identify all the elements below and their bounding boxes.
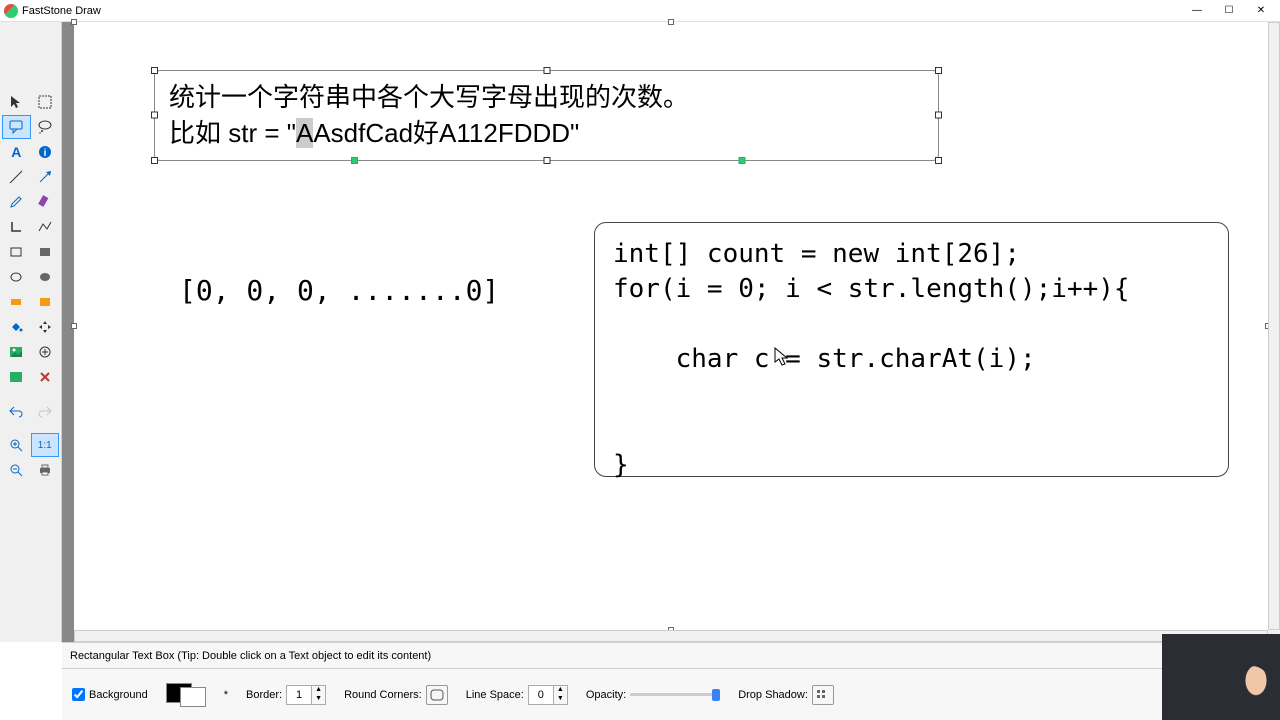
- toolbox: A i: [0, 22, 62, 642]
- marquee-tool[interactable]: [31, 90, 60, 114]
- status-bar: Rectangular Text Box (Tip: Double click …: [62, 642, 1280, 668]
- drawing-canvas[interactable]: 统计一个字符串中各个大写字母出现的次数。 比如 str = "AAsdfCad好…: [74, 22, 1268, 630]
- image-tool[interactable]: [2, 340, 31, 364]
- spin-down-icon[interactable]: ▼: [553, 695, 567, 704]
- canvas-handle-icon[interactable]: [71, 19, 77, 25]
- ellipse-fill-tool[interactable]: [31, 265, 60, 289]
- highlighted-char: A: [296, 118, 313, 148]
- color-swatches[interactable]: [166, 683, 206, 707]
- redo-button[interactable]: [31, 399, 60, 423]
- print-button[interactable]: [31, 458, 60, 482]
- spin-up-icon[interactable]: ▲: [311, 686, 325, 695]
- add-tool[interactable]: [31, 340, 60, 364]
- undo-button[interactable]: [2, 399, 31, 423]
- resize-handle-icon[interactable]: [935, 157, 942, 164]
- line-space-label: Line Space:: [466, 689, 524, 701]
- spin-up-icon[interactable]: ▲: [553, 686, 567, 695]
- resize-handle-icon[interactable]: [151, 112, 158, 119]
- webcam-overlay: [1162, 634, 1280, 720]
- stamp-tool[interactable]: [2, 365, 31, 389]
- move-tool[interactable]: [31, 315, 60, 339]
- problem-line2: 比如 str = "AAsdfCad好A112FDDD": [169, 115, 924, 151]
- drop-shadow-label: Drop Shadow:: [738, 689, 808, 701]
- status-tip: Rectangular Text Box (Tip: Double click …: [70, 650, 431, 662]
- close-button[interactable]: ✕: [1246, 1, 1276, 21]
- info-tool[interactable]: i: [31, 140, 60, 164]
- border-spinner[interactable]: ▲▼: [286, 685, 326, 705]
- pointer-tool[interactable]: [2, 90, 31, 114]
- bucket-tool[interactable]: [2, 315, 31, 339]
- text-tool[interactable]: A: [2, 140, 31, 164]
- spin-down-icon[interactable]: ▼: [311, 695, 325, 704]
- app-logo-icon: [4, 4, 18, 18]
- polyline-tool[interactable]: [31, 215, 60, 239]
- highlight-block-tool[interactable]: [31, 290, 60, 314]
- asterisk-icon: *: [224, 689, 228, 701]
- zoom-actual-button[interactable]: 1:1: [31, 433, 60, 457]
- options-bar: Background * Border: ▲▼ Round Corners: L…: [62, 668, 1162, 720]
- resize-handle-icon[interactable]: [151, 67, 158, 74]
- rect-callout-tool[interactable]: [2, 115, 31, 139]
- canvas-area: 统计一个字符串中各个大写字母出现的次数。 比如 str = "AAsdfCad好…: [62, 22, 1280, 642]
- zoom-out-button[interactable]: [2, 458, 31, 482]
- rect-fill-tool[interactable]: [31, 240, 60, 264]
- background-label: Background: [89, 689, 148, 701]
- round-corners-button[interactable]: [426, 685, 448, 705]
- slider-thumb-icon[interactable]: [712, 689, 720, 701]
- resize-handle-icon[interactable]: [935, 67, 942, 74]
- drop-shadow-button[interactable]: [812, 685, 834, 705]
- highlighter-tool[interactable]: [31, 190, 60, 214]
- problem-line1: 统计一个字符串中各个大写字母出现的次数。: [169, 79, 924, 115]
- canvas-handle-icon[interactable]: [71, 323, 77, 329]
- pencil-tool[interactable]: [2, 190, 31, 214]
- scrollbar-vertical[interactable]: [1268, 22, 1280, 630]
- opacity-label: Opacity:: [586, 689, 626, 701]
- resize-handle-icon[interactable]: [935, 112, 942, 119]
- linespace-spinner[interactable]: ▲▼: [528, 685, 568, 705]
- rotate-handle-icon[interactable]: [739, 157, 746, 164]
- minimize-button[interactable]: —: [1182, 1, 1212, 21]
- code-textbox[interactable]: int[] count = new int[26]; for(i = 0; i …: [594, 222, 1229, 477]
- maximize-button[interactable]: ☐: [1214, 1, 1244, 21]
- line-tool[interactable]: [2, 165, 31, 189]
- opacity-slider[interactable]: [630, 693, 720, 696]
- array-text[interactable]: [0, 0, 0, .......0]: [179, 274, 499, 307]
- titlebar: FastStone Draw — ☐ ✕: [0, 0, 1280, 22]
- highlight-rect-tool[interactable]: [2, 290, 31, 314]
- zoom-in-button[interactable]: [2, 433, 31, 457]
- border-input[interactable]: [287, 686, 311, 704]
- round-corners-label: Round Corners:: [344, 689, 422, 701]
- delete-tool[interactable]: [31, 365, 60, 389]
- rotate-handle-icon[interactable]: [351, 157, 358, 164]
- ellipse-outline-tool[interactable]: [2, 265, 31, 289]
- svg-text:i: i: [43, 148, 46, 159]
- rect-outline-tool[interactable]: [2, 240, 31, 264]
- ellipse-callout-tool[interactable]: [31, 115, 60, 139]
- border-label: Border:: [246, 689, 282, 701]
- scrollbar-horizontal[interactable]: [74, 630, 1268, 642]
- background-checkbox[interactable]: [72, 688, 85, 701]
- resize-handle-icon[interactable]: [151, 157, 158, 164]
- window-title: FastStone Draw: [22, 5, 101, 17]
- linespace-input[interactable]: [529, 686, 553, 704]
- canvas-handle-icon[interactable]: [668, 19, 674, 25]
- resize-handle-icon[interactable]: [543, 67, 550, 74]
- resize-handle-icon[interactable]: [543, 157, 550, 164]
- fg-color-icon[interactable]: [180, 687, 206, 707]
- problem-textbox[interactable]: 统计一个字符串中各个大写字母出现的次数。 比如 str = "AAsdfCad好…: [154, 70, 939, 161]
- arrow-tool[interactable]: [31, 165, 60, 189]
- lshape-tool[interactable]: [2, 215, 31, 239]
